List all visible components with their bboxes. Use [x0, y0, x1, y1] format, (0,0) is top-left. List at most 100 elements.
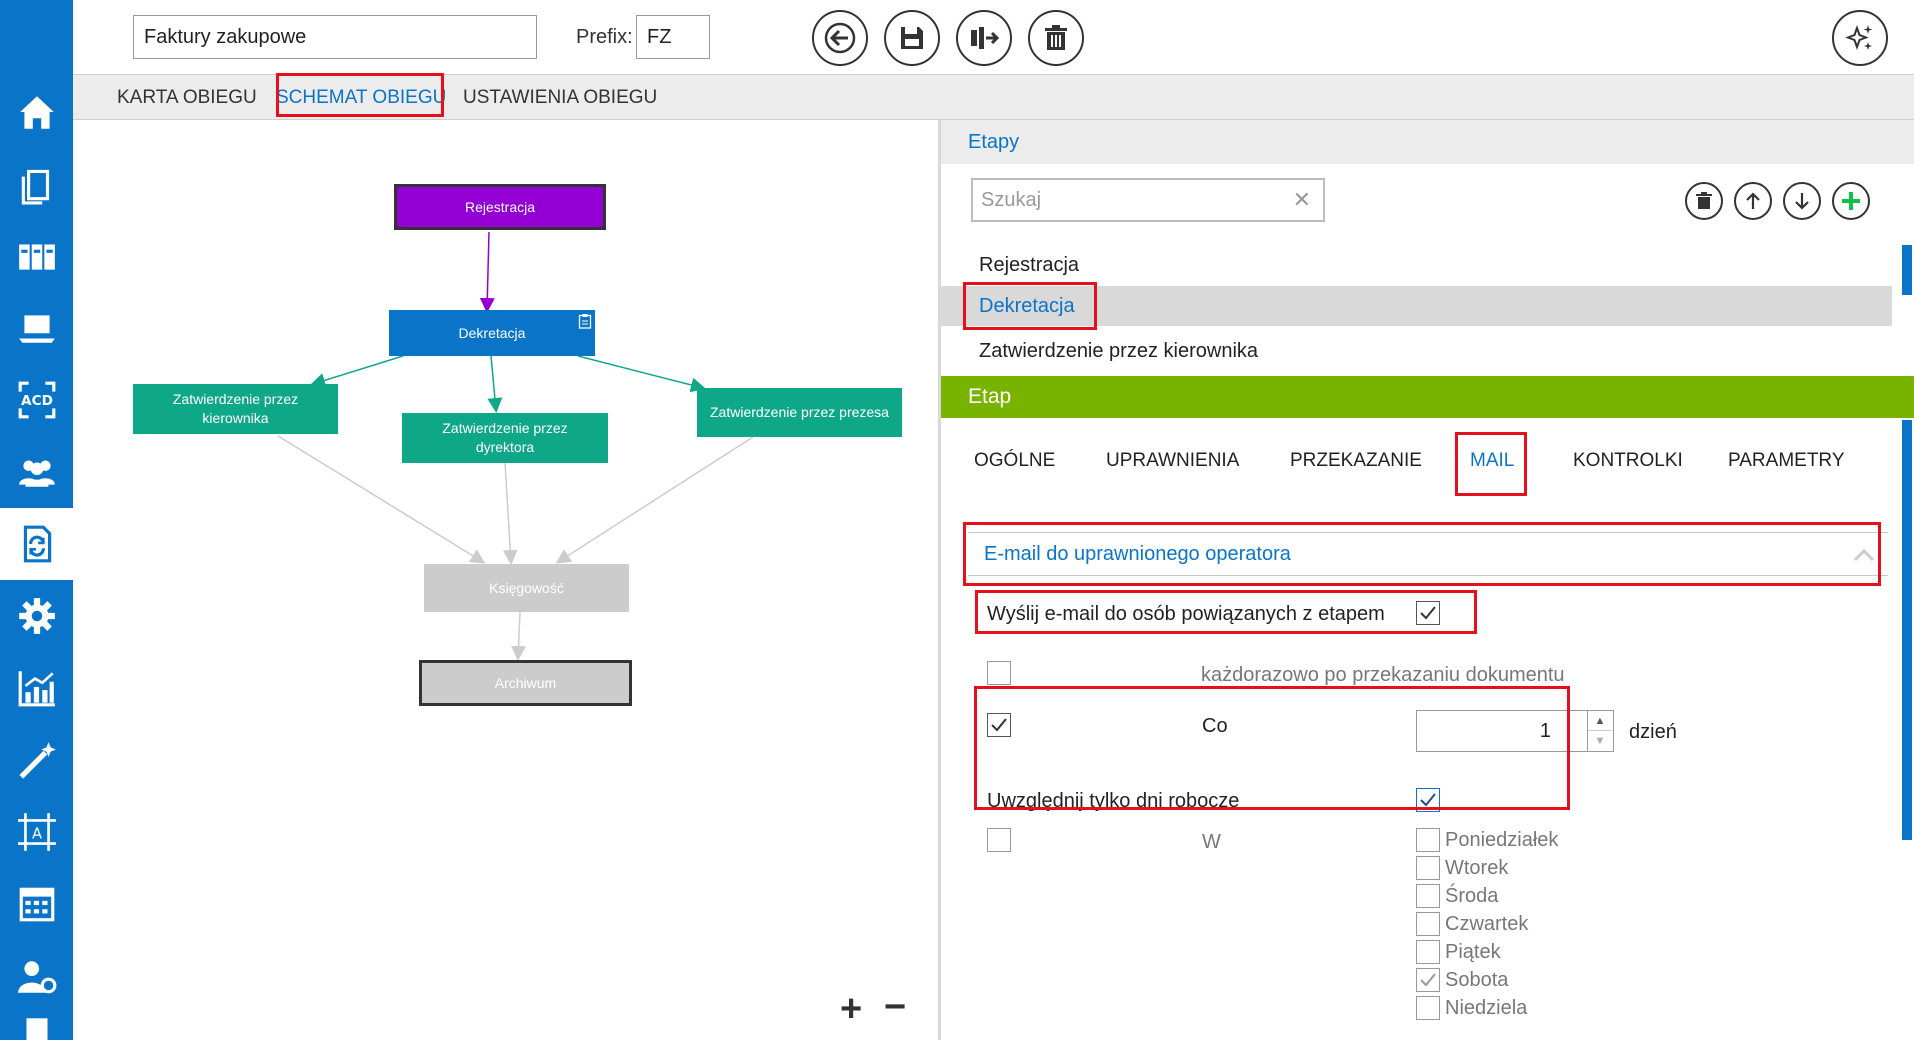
node-dekretacja[interactable]: Dekretacja	[389, 310, 595, 356]
node-label: Rejestracja	[464, 198, 536, 215]
zoom-out-button[interactable]: −	[884, 988, 906, 1026]
stage-panel: Etapy Szukaj ✕ Rejestracja Dekretacja Za…	[941, 120, 1914, 1040]
toolbar: Faktury zakupowe Prefix: FZ	[73, 0, 1914, 74]
day-checkbox-thursday[interactable]	[1416, 912, 1440, 936]
stage-header: Etap	[941, 376, 1914, 418]
day-checkbox-friday[interactable]	[1416, 940, 1440, 964]
node-archiwum[interactable]: Archiwum	[419, 660, 632, 706]
sidebar-item-designer[interactable]: A	[0, 796, 73, 868]
sidebar-item-settings[interactable]	[0, 580, 73, 652]
sidebar-item-calendar[interactable]	[0, 868, 73, 940]
sidebar-item-user-settings[interactable]	[0, 940, 73, 1012]
node-rejestracja[interactable]: Rejestracja	[394, 184, 606, 230]
day-checkbox-wednesday[interactable]	[1416, 884, 1440, 908]
save-and-close-button[interactable]	[956, 10, 1012, 66]
on-days-label: W	[1202, 831, 1221, 853]
subtab-przekazanie[interactable]: PRZEKAZANIE	[1290, 450, 1422, 472]
node-zatwierdzenie-dyrektor[interactable]: Zatwierdzenie przez dyrektora	[402, 413, 608, 463]
send-email-label: Wyślij e-mail do osób powiązanych z etap…	[987, 603, 1385, 625]
arrow-up-icon	[1746, 192, 1760, 209]
subtab-mail[interactable]: MAIL	[1470, 450, 1514, 472]
sidebar-item-documents[interactable]	[0, 148, 73, 220]
back-button[interactable]	[812, 10, 868, 66]
day-label: Wtorek	[1445, 857, 1509, 879]
node-zatwierdzenie-prezes[interactable]: Zatwierdzenie przez prezesa	[697, 388, 902, 437]
interval-stepper[interactable]: ▲ ▼	[1588, 710, 1614, 752]
move-stage-down-button[interactable]	[1783, 182, 1821, 220]
delete-button[interactable]	[1028, 10, 1084, 66]
sidebar-item-archive[interactable]	[0, 220, 73, 292]
chart-icon	[18, 671, 55, 707]
sparkles-icon	[1845, 25, 1873, 50]
day-label: Niedziela	[1445, 997, 1528, 1019]
magic-wand-icon	[18, 742, 56, 779]
prefix-input[interactable]: FZ	[636, 15, 710, 59]
stages-scrollbar[interactable]	[1902, 245, 1912, 295]
day-label: Sobota	[1445, 969, 1509, 991]
node-zatwierdzenie-kierownik[interactable]: Zatwierdzenie przez kierownika	[133, 384, 338, 434]
sidebar-item-home[interactable]	[0, 76, 73, 148]
svg-text:ACD: ACD	[21, 393, 53, 409]
stage-list-item[interactable]: Dekretacja	[941, 286, 1892, 326]
day-checkbox-monday[interactable]	[1416, 828, 1440, 852]
subtab-kontrolki[interactable]: KONTROLKI	[1573, 450, 1683, 472]
subtab-ogolne[interactable]: OGÓLNE	[974, 450, 1055, 472]
node-label: Zatwierdzenie przez dyrektora	[442, 420, 568, 455]
workflow-name-input[interactable]: Faktury zakupowe	[133, 15, 537, 59]
stage-search-input[interactable]: Szukaj ✕	[971, 178, 1325, 222]
each-time-checkbox[interactable]	[987, 661, 1011, 685]
stage-list-item[interactable]: Zatwierdzenie przez kierownika	[941, 331, 1892, 371]
clear-icon[interactable]: ✕	[1293, 180, 1311, 220]
add-stage-button[interactable]	[1832, 182, 1870, 220]
sidebar-item-users[interactable]	[0, 436, 73, 508]
stage-scrollbar[interactable]	[1902, 420, 1912, 840]
chevron-up-icon[interactable]	[1852, 543, 1876, 567]
workflow-diagram: Rejestracja Dekretacja Zatwierdzenie prz…	[73, 120, 938, 1040]
sidebar-item-ocr[interactable]: ACD	[0, 364, 73, 436]
sidebar-item-laptop[interactable]	[0, 292, 73, 364]
stepper-up-icon[interactable]: ▲	[1588, 711, 1612, 731]
accordion-title: E-mail do uprawnionego operatora	[984, 543, 1291, 565]
subtab-uprawnienia[interactable]: UPRAWNIENIA	[1106, 450, 1239, 472]
interval-days-input[interactable]: 1	[1416, 710, 1588, 752]
plus-icon	[1842, 192, 1860, 210]
interval-unit-label: dzień	[1629, 721, 1677, 743]
documents-icon	[21, 169, 49, 205]
save-button[interactable]	[884, 10, 940, 66]
stages-title: Etapy	[968, 131, 1020, 153]
tab-ustawienia-obiegu[interactable]: USTAWIENIA OBIEGU	[463, 87, 657, 109]
connector-rejestracja-dekretacja	[479, 231, 495, 313]
sidebar-item-wizard[interactable]	[0, 724, 73, 796]
sidebar-item-reports[interactable]	[0, 652, 73, 724]
tab-schemat-obiegu[interactable]: SCHEMAT OBIEGU	[276, 87, 446, 109]
laptop-icon	[18, 315, 55, 343]
weekday-checkbox[interactable]	[987, 828, 1011, 852]
sidebar-item-more[interactable]	[0, 1012, 73, 1040]
connector-dekretacja-dyrektor	[487, 355, 503, 413]
stepper-down-icon[interactable]: ▼	[1588, 731, 1612, 751]
day-checkbox-sunday[interactable]	[1416, 996, 1440, 1020]
clipboard-icon	[578, 314, 592, 329]
zoom-in-button[interactable]: +	[840, 990, 862, 1028]
node-label: Zatwierdzenie przez prezesa	[710, 404, 889, 421]
connector-dekretacja-prezes	[577, 355, 706, 393]
checkmark-icon	[1420, 606, 1436, 620]
ai-assistant-button[interactable]	[1832, 10, 1888, 66]
stage-list-item[interactable]: Rejestracja	[941, 245, 1892, 285]
stages-header: Etapy	[941, 120, 1914, 164]
email-accordion-header[interactable]: E-mail do uprawnionego operatora	[968, 532, 1888, 576]
day-checkbox-tuesday[interactable]	[1416, 856, 1440, 880]
floppy-disk-icon	[901, 27, 923, 49]
every-interval-checkbox[interactable]	[987, 713, 1011, 737]
checkmark-icon	[1420, 973, 1436, 987]
move-stage-up-button[interactable]	[1734, 182, 1772, 220]
day-checkbox-saturday[interactable]	[1416, 968, 1440, 992]
delete-stage-button[interactable]	[1685, 182, 1723, 220]
send-email-checkbox[interactable]	[1416, 601, 1440, 625]
workdays-checkbox[interactable]	[1416, 788, 1440, 812]
subtab-parametry[interactable]: PARAMETRY	[1728, 450, 1845, 472]
sidebar-item-workflow[interactable]	[0, 508, 73, 580]
tab-karta-obiegu[interactable]: KARTA OBIEGU	[117, 87, 257, 109]
day-label: Poniedziałek	[1445, 829, 1559, 851]
node-ksiegowosc[interactable]: Księgowość	[424, 564, 629, 612]
